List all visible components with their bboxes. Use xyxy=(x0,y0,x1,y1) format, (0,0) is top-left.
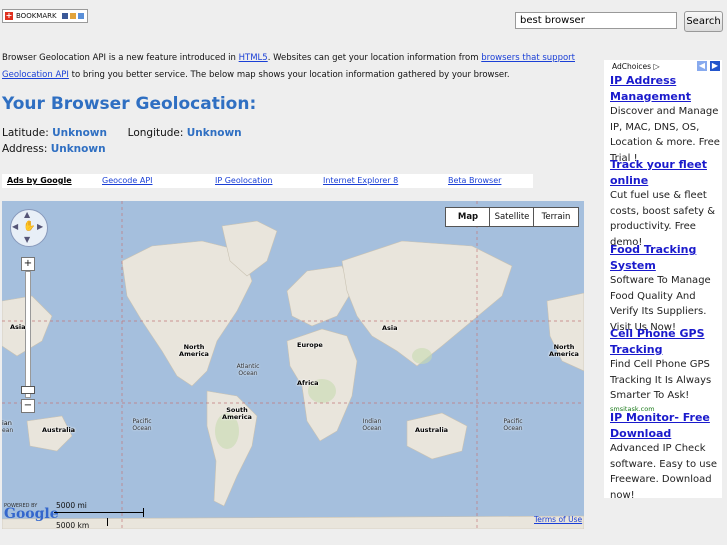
scale-miles: 5000 mi xyxy=(56,501,87,510)
plus-icon: + xyxy=(5,11,13,20)
intro-text-part: . Websites can get your location informa… xyxy=(267,53,482,63)
ad-item: Track your fleet online Cut fuel use & f… xyxy=(610,157,722,250)
scale-bar-tick xyxy=(143,508,144,517)
label-europe: Europe xyxy=(297,341,323,349)
world-map[interactable]: Map Satellite Terrain ▲ ▼ ◀ ▶ ✋ + − Asia… xyxy=(2,201,584,529)
ad-item: IP Monitor- Free Download Advanced IP Ch… xyxy=(610,410,722,503)
adchoices-text: AdChoices xyxy=(612,62,652,71)
ad-item: Cell Phone GPS Tracking Find Cell Phone … xyxy=(610,326,722,414)
logo-text: Google xyxy=(4,506,59,522)
label-australia: Australia xyxy=(415,426,449,434)
pan-up-icon[interactable]: ▲ xyxy=(24,210,30,219)
map-type-terrain[interactable]: Terrain xyxy=(533,207,579,227)
intro-text: Browser Geolocation API is a new feature… xyxy=(2,50,602,84)
label-north-america-right: North America xyxy=(549,343,579,358)
adchoices-icon: ▷ xyxy=(653,62,660,71)
address-label: Address: xyxy=(2,143,48,155)
label-asia: Asia xyxy=(382,324,398,332)
ad-title[interactable]: Track your fleet online xyxy=(610,157,722,188)
zoom-in-button[interactable]: + xyxy=(21,257,35,271)
ad-item: Food Tracking System Software To Manage … xyxy=(610,242,722,335)
share-icon-2 xyxy=(69,13,76,19)
ad-title[interactable]: Cell Phone GPS Tracking xyxy=(610,326,722,357)
label-atlantic-ocean: Atlantic Ocean xyxy=(236,363,260,377)
label-south-america: South America xyxy=(222,406,252,421)
scale-bar-tick xyxy=(107,518,108,526)
ad-item: IP Address Management Discover and Manag… xyxy=(610,73,722,166)
address: Address: Unknown xyxy=(2,143,106,155)
intro-text-part: Browser Geolocation API is a new feature… xyxy=(2,53,239,63)
map-canvas xyxy=(2,201,584,529)
ad-next-button[interactable]: ▶ xyxy=(710,61,720,71)
ad-prev-button[interactable]: ◀ xyxy=(697,61,707,71)
ad-sidebar: AdChoices ▷ ◀ ▶ IP Address Management Di… xyxy=(604,60,722,501)
label-africa: Africa xyxy=(297,379,319,387)
ad-link-ip-geolocation[interactable]: IP Geolocation xyxy=(215,174,272,188)
ad-link-internet-explorer-8[interactable]: Internet Explorer 8 xyxy=(323,174,398,188)
zoom-out-button[interactable]: − xyxy=(21,399,35,413)
intro-text-part: to bring you better service. The below m… xyxy=(68,70,510,80)
ad-title[interactable]: Food Tracking System xyxy=(610,242,722,273)
bookmark-label: BOOKMARK xyxy=(16,12,57,20)
html5-link[interactable]: HTML5 xyxy=(239,53,268,63)
label-north-america: North America xyxy=(179,343,209,358)
label-indian-ocean: Indian Ocean xyxy=(362,418,382,432)
share-icon-3 xyxy=(77,13,84,19)
pan-right-icon[interactable]: ▶ xyxy=(37,222,43,231)
zoom-slider-track[interactable] xyxy=(25,271,31,398)
pan-control[interactable]: ▲ ▼ ◀ ▶ ✋ xyxy=(10,209,48,247)
address-value: Unknown xyxy=(50,143,106,155)
search-input[interactable] xyxy=(515,12,677,29)
google-logo[interactable]: Google xyxy=(4,506,59,522)
label-pacific-ocean-left: Pacific Ocean xyxy=(132,418,152,432)
ads-by-google[interactable]: Ads by Google xyxy=(7,174,72,188)
ad-body: Cut fuel use & fleet costs, boost safety… xyxy=(610,190,716,248)
page-title: Your Browser Geolocation: xyxy=(2,94,257,114)
ad-title[interactable]: IP Monitor- Free Download xyxy=(610,410,722,441)
bookmark-button[interactable]: + BOOKMARK xyxy=(2,9,88,23)
share-icons xyxy=(61,13,84,19)
search-button[interactable]: Search xyxy=(684,11,723,32)
pan-left-icon[interactable]: ◀ xyxy=(12,222,18,231)
scale-kilometers: 5000 km xyxy=(56,521,90,530)
label-indian-ocean-left: ean xyxy=(2,427,14,434)
coordinates: Latitude: Unknown Longitude: Unknown xyxy=(2,127,242,139)
label-asia-left: Asia xyxy=(10,323,26,331)
latitude-label: Latitude: xyxy=(2,127,49,139)
scale-bar xyxy=(54,512,144,513)
longitude-value: Unknown xyxy=(186,127,242,139)
label-pacific-ocean-right: Pacific Ocean xyxy=(503,418,523,432)
label-australia-left: Australia xyxy=(42,426,76,434)
pan-down-icon[interactable]: ▼ xyxy=(24,235,30,244)
ad-link-geocode-api[interactable]: Geocode API xyxy=(102,174,153,188)
share-icon-1 xyxy=(61,13,68,19)
longitude-label: Longitude: xyxy=(127,127,184,139)
latitude-value: Unknown xyxy=(52,127,107,139)
terms-of-use-link[interactable]: Terms of Use xyxy=(534,515,582,524)
map-type-satellite[interactable]: Satellite xyxy=(489,207,535,227)
ad-body: Advanced IP Check software. Easy to use … xyxy=(610,443,717,501)
map-type-map[interactable]: Map xyxy=(445,207,491,227)
label-oceania-left: ian xyxy=(2,419,12,427)
ad-title[interactable]: IP Address Management xyxy=(610,73,722,104)
zoom-slider-handle[interactable] xyxy=(21,386,35,394)
hand-icon: ✋ xyxy=(23,221,36,232)
ad-links-bar: Ads by Google Geocode API IP Geolocation… xyxy=(2,174,533,188)
ad-link-beta-browser[interactable]: Beta Browser xyxy=(448,174,501,188)
adchoices-label[interactable]: AdChoices ▷ xyxy=(612,62,660,71)
ad-body: Find Cell Phone GPS Tracking It Is Alway… xyxy=(610,359,712,401)
